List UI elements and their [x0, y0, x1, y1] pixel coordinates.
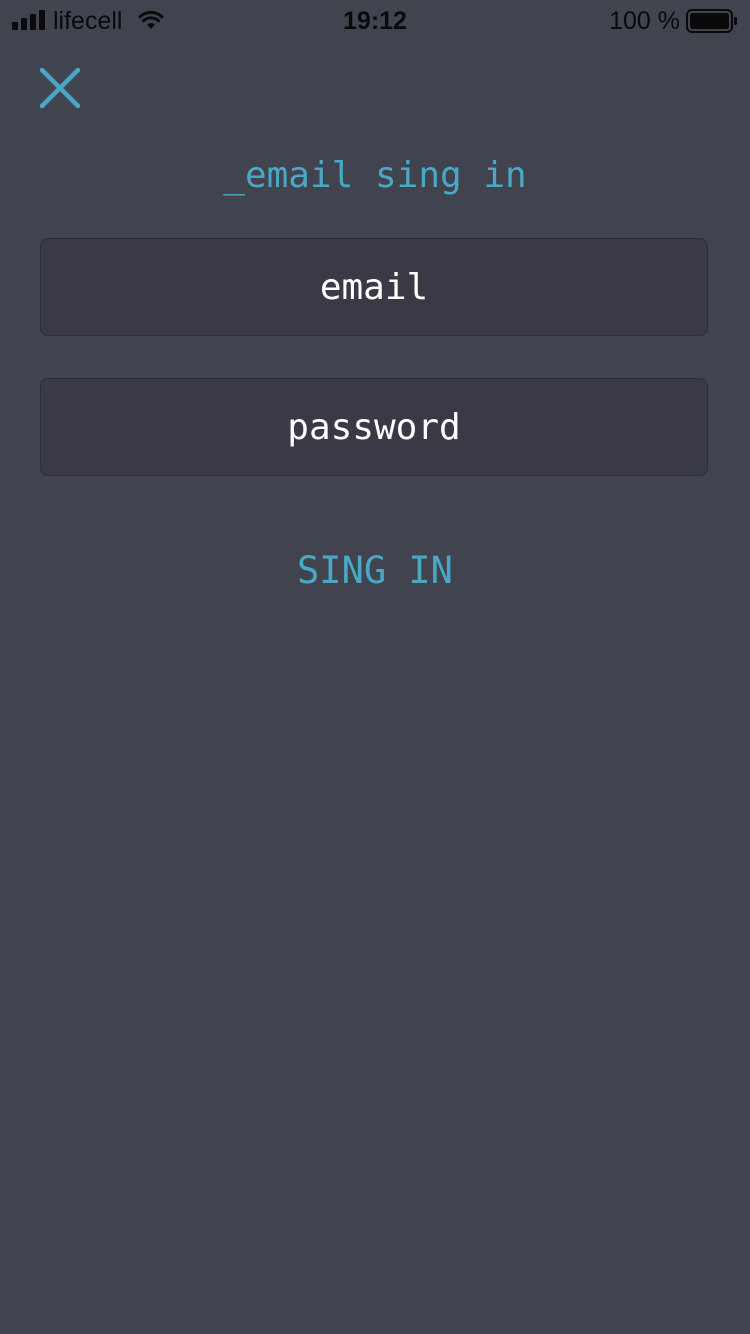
status-bar: lifecell 19:12 100 % [0, 0, 750, 40]
battery-icon [686, 9, 737, 33]
email-field[interactable] [40, 238, 708, 336]
page-title: _email sing in [223, 155, 527, 196]
battery-percentage: 100 % [609, 7, 680, 35]
password-field[interactable] [40, 378, 708, 476]
close-button[interactable] [36, 64, 84, 112]
close-icon [39, 67, 81, 109]
sign-in-button[interactable]: SING IN [250, 545, 500, 597]
